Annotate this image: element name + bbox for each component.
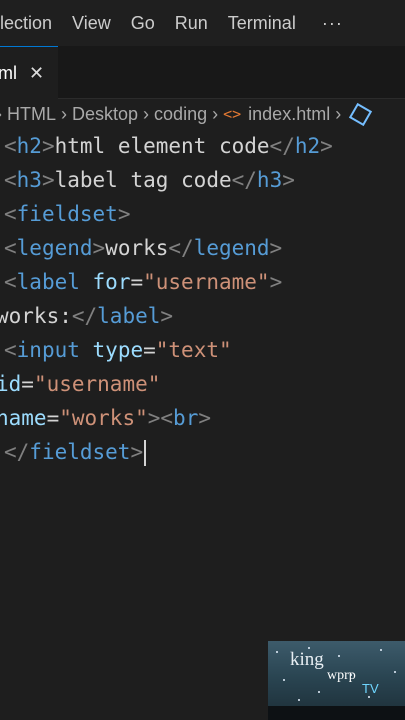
chevron-right-icon: › bbox=[212, 103, 219, 124]
watermark-treeline bbox=[268, 706, 405, 720]
code-line: <label for="username"> bbox=[4, 270, 283, 294]
chevron-right-icon: › bbox=[143, 103, 150, 124]
code-line: <h3>label tag code</h3> bbox=[4, 168, 295, 192]
chevron-right-icon: › bbox=[0, 104, 2, 125]
watermark-tv: TV bbox=[362, 681, 379, 696]
menu-selection[interactable]: election bbox=[0, 13, 52, 34]
tab-bar: ml ✕ bbox=[0, 46, 405, 99]
code-line: works:</label> bbox=[0, 304, 174, 328]
chevron-right-icon: › bbox=[61, 103, 67, 124]
watermark-wprp: wprp bbox=[327, 668, 356, 683]
code-line: <legend>works</legend> bbox=[4, 236, 283, 260]
menu-bar: election View Go Run Terminal ··· bbox=[0, 0, 405, 46]
close-icon[interactable]: ✕ bbox=[29, 63, 44, 84]
breadcrumb-desktop[interactable]: Desktop bbox=[72, 104, 138, 125]
breadcrumb-index-html[interactable]: index.html bbox=[248, 104, 330, 125]
code-line: <h2>html element code</h2> bbox=[4, 134, 333, 158]
code-editor[interactable]: <h2>html element code</h2> <h3>label tag… bbox=[0, 129, 405, 469]
html-file-icon: <> bbox=[223, 105, 242, 123]
tab-index-html[interactable]: ml ✕ bbox=[0, 46, 58, 99]
breadcrumb-html[interactable]: HTML bbox=[7, 104, 56, 125]
breadcrumb-coding[interactable]: coding bbox=[154, 104, 207, 125]
watermark-king: king bbox=[290, 649, 324, 670]
code-line: </fieldset> bbox=[0, 435, 405, 469]
tab-label: ml bbox=[0, 62, 17, 83]
menu-terminal[interactable]: Terminal bbox=[228, 13, 296, 34]
channel-watermark: king wprp TV bbox=[268, 641, 405, 720]
menu-run[interactable]: Run bbox=[175, 13, 208, 34]
cube-symbol-icon[interactable] bbox=[349, 102, 373, 126]
breadcrumb: › HTML › Desktop › coding › <> index.htm… bbox=[0, 99, 405, 129]
code-line: id="username" bbox=[0, 372, 161, 396]
code-line: <input type="text" bbox=[4, 338, 232, 362]
code-line: name="works"><br> bbox=[0, 406, 211, 430]
code-line: <fieldset> bbox=[4, 202, 131, 226]
more-menu-icon[interactable]: ··· bbox=[322, 13, 343, 34]
menu-go[interactable]: Go bbox=[131, 13, 155, 34]
menu-view[interactable]: View bbox=[72, 13, 111, 34]
chevron-right-icon: › bbox=[335, 103, 342, 124]
text-cursor bbox=[144, 440, 147, 466]
